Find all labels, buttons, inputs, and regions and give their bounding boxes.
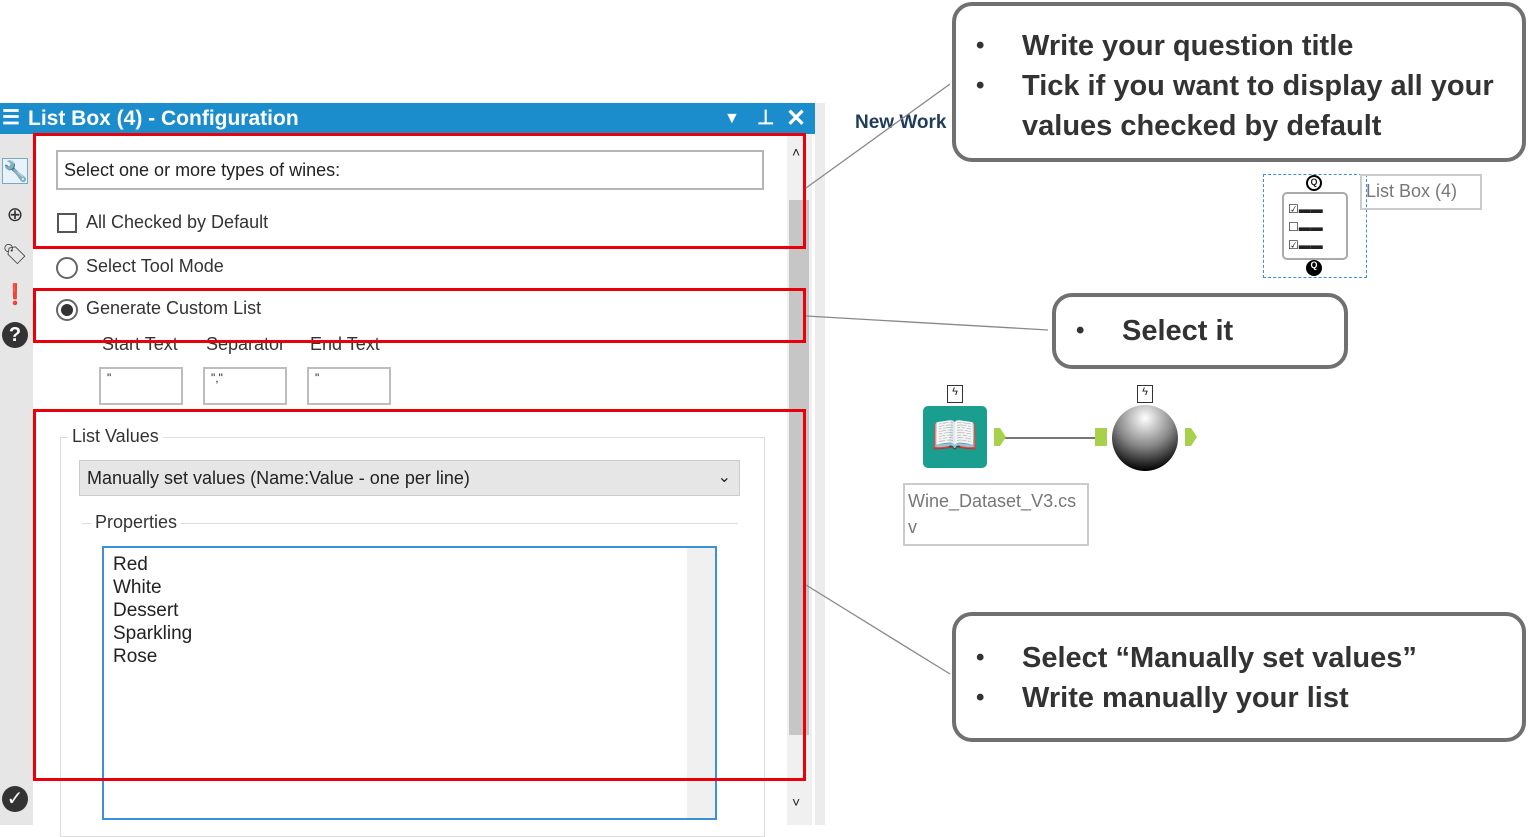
callout-item: Tick if you want to display all your val… <box>956 66 1522 146</box>
callout-list: Select “Manually set values”Write manual… <box>952 612 1526 742</box>
callout-title: Write your question titleTick if you wan… <box>952 2 1526 162</box>
connector-line <box>805 315 1049 331</box>
callout-item: Select it <box>1056 311 1344 351</box>
callout-select: Select it <box>1052 293 1348 369</box>
connector-line <box>805 584 951 675</box>
callout-item: Write your question title <box>956 26 1522 66</box>
callout-item: Select “Manually set values” <box>956 638 1522 678</box>
connector-line <box>805 83 951 189</box>
callout-item: Write manually your list <box>956 678 1522 718</box>
